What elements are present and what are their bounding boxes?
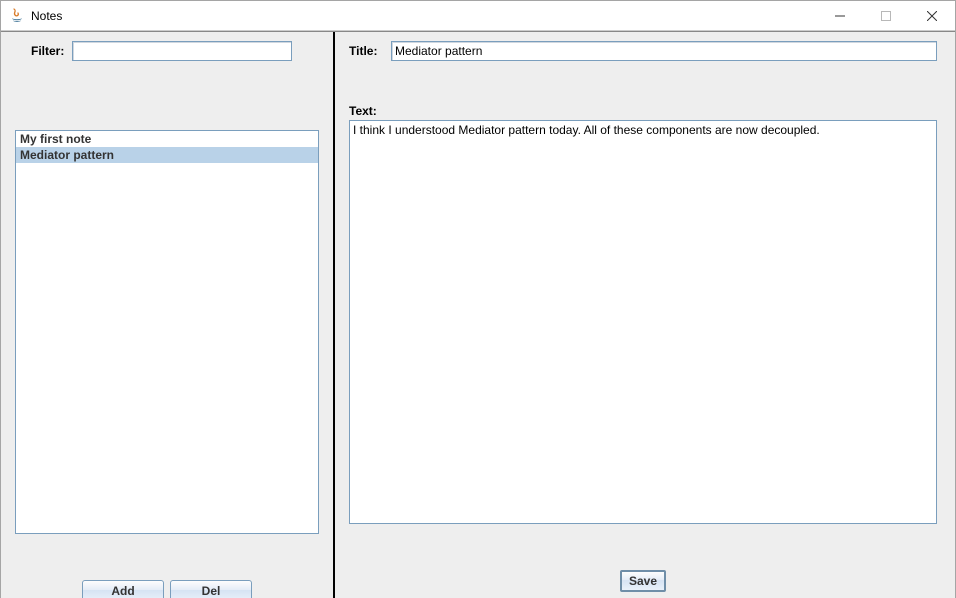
app-window: Notes Filter: My first noteMediator patt… bbox=[0, 0, 956, 598]
filter-label: Filter: bbox=[31, 44, 64, 58]
title-label: Title: bbox=[349, 44, 391, 58]
filter-row: Filter: bbox=[1, 32, 333, 62]
text-area[interactable] bbox=[349, 120, 937, 524]
java-app-icon bbox=[9, 8, 25, 24]
note-item[interactable]: My first note bbox=[16, 131, 318, 147]
filter-input[interactable] bbox=[72, 41, 292, 61]
client-area: Filter: My first noteMediator pattern Ad… bbox=[1, 31, 955, 598]
note-list[interactable]: My first noteMediator pattern bbox=[15, 130, 319, 534]
close-button[interactable] bbox=[909, 1, 955, 30]
save-button[interactable]: Save bbox=[620, 570, 666, 592]
minimize-button[interactable] bbox=[817, 1, 863, 30]
save-row: Save bbox=[349, 524, 937, 598]
add-button[interactable]: Add bbox=[82, 580, 164, 598]
title-row: Title: bbox=[349, 32, 937, 62]
window-title: Notes bbox=[31, 9, 62, 23]
list-button-row: Add Del bbox=[1, 534, 333, 598]
del-button[interactable]: Del bbox=[170, 580, 252, 598]
text-label: Text: bbox=[349, 104, 937, 118]
left-pane: Filter: My first noteMediator pattern Ad… bbox=[1, 32, 335, 598]
maximize-button[interactable] bbox=[863, 1, 909, 30]
note-list-wrap: My first noteMediator pattern bbox=[15, 130, 319, 534]
title-input[interactable] bbox=[391, 41, 937, 61]
note-item[interactable]: Mediator pattern bbox=[16, 147, 318, 163]
titlebar: Notes bbox=[1, 1, 955, 31]
right-pane: Title: Text: Save bbox=[335, 32, 955, 598]
